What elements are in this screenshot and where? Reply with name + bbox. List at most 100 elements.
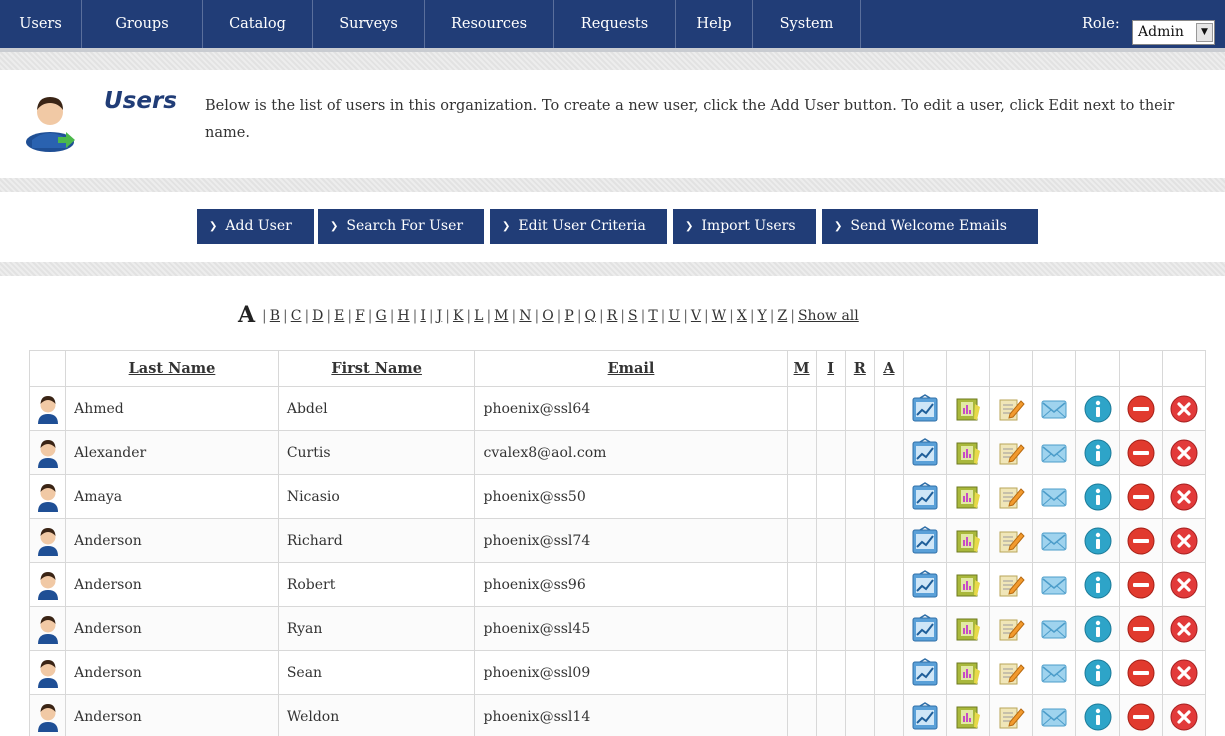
col-last-name[interactable]: Last Name bbox=[65, 350, 279, 387]
nav-item-help[interactable]: Help bbox=[676, 0, 753, 48]
email-action[interactable] bbox=[1032, 474, 1077, 519]
alpha-link-s[interactable]: S bbox=[628, 308, 638, 324]
edit-icon[interactable] bbox=[996, 570, 1026, 600]
col-email[interactable]: Email bbox=[474, 350, 788, 387]
delete-action[interactable] bbox=[1161, 430, 1207, 475]
alpha-link-y[interactable]: Y bbox=[758, 308, 767, 324]
report-icon[interactable] bbox=[953, 614, 983, 644]
disable-action[interactable] bbox=[1118, 430, 1163, 475]
alpha-link-j[interactable]: J bbox=[437, 308, 443, 324]
edit-action[interactable] bbox=[989, 606, 1034, 651]
send-welcome-emails-button[interactable]: ❯ Send Welcome Emails bbox=[822, 209, 1038, 244]
chart-icon[interactable] bbox=[910, 569, 940, 600]
alpha-link-z[interactable]: Z bbox=[778, 308, 788, 324]
alpha-link-l[interactable]: L bbox=[474, 308, 483, 324]
email-action[interactable] bbox=[1032, 650, 1077, 695]
email-icon[interactable] bbox=[1039, 438, 1069, 468]
chart-action[interactable] bbox=[902, 694, 948, 736]
email-icon[interactable] bbox=[1039, 658, 1069, 688]
search-for-user-button[interactable]: ❯ Search For User bbox=[318, 209, 484, 244]
nav-item-requests[interactable]: Requests bbox=[554, 0, 676, 48]
col-r[interactable]: R bbox=[844, 350, 875, 387]
nav-item-system[interactable]: System bbox=[753, 0, 861, 48]
alpha-link-m[interactable]: M bbox=[494, 308, 508, 324]
report-action[interactable] bbox=[946, 606, 991, 651]
delete-action[interactable] bbox=[1161, 694, 1207, 736]
report-icon[interactable] bbox=[953, 482, 983, 512]
edit-action[interactable] bbox=[989, 650, 1034, 695]
edit-action[interactable] bbox=[989, 518, 1034, 563]
report-icon[interactable] bbox=[953, 658, 983, 688]
report-action[interactable] bbox=[946, 562, 991, 607]
import-users-button[interactable]: ❯ Import Users bbox=[673, 209, 816, 244]
alpha-link-o[interactable]: O bbox=[542, 308, 553, 324]
email-action[interactable] bbox=[1032, 694, 1077, 736]
disable-icon[interactable] bbox=[1126, 614, 1156, 644]
chart-icon[interactable] bbox=[910, 525, 940, 556]
delete-icon[interactable] bbox=[1169, 570, 1199, 600]
nav-item-users[interactable]: Users bbox=[0, 0, 82, 48]
info-action[interactable] bbox=[1075, 606, 1120, 651]
alpha-link-g[interactable]: G bbox=[376, 308, 387, 324]
report-icon[interactable] bbox=[953, 570, 983, 600]
alpha-link-k[interactable]: K bbox=[453, 308, 463, 324]
delete-action[interactable] bbox=[1161, 650, 1207, 695]
edit-action[interactable] bbox=[989, 694, 1034, 736]
info-action[interactable] bbox=[1075, 694, 1120, 736]
report-action[interactable] bbox=[946, 694, 991, 736]
info-icon[interactable] bbox=[1083, 702, 1113, 732]
disable-icon[interactable] bbox=[1126, 658, 1156, 688]
disable-icon[interactable] bbox=[1126, 570, 1156, 600]
delete-action[interactable] bbox=[1161, 562, 1207, 607]
disable-icon[interactable] bbox=[1126, 394, 1156, 424]
chart-icon[interactable] bbox=[910, 437, 940, 468]
alpha-link-w[interactable]: W bbox=[712, 308, 726, 324]
delete-icon[interactable] bbox=[1169, 702, 1199, 732]
report-icon[interactable] bbox=[953, 394, 983, 424]
alpha-link-h[interactable]: H bbox=[397, 308, 409, 324]
delete-icon[interactable] bbox=[1169, 614, 1199, 644]
chevron-down-icon[interactable]: ▼ bbox=[1196, 23, 1213, 42]
edit-action[interactable] bbox=[989, 386, 1034, 431]
nav-item-surveys[interactable]: Surveys bbox=[313, 0, 425, 48]
edit-icon[interactable] bbox=[996, 702, 1026, 732]
info-icon[interactable] bbox=[1083, 438, 1113, 468]
chart-icon[interactable] bbox=[910, 393, 940, 424]
info-action[interactable] bbox=[1075, 474, 1120, 519]
email-action[interactable] bbox=[1032, 606, 1077, 651]
email-action[interactable] bbox=[1032, 386, 1077, 431]
edit-icon[interactable] bbox=[996, 658, 1026, 688]
chart-action[interactable] bbox=[902, 562, 948, 607]
chart-icon[interactable] bbox=[910, 613, 940, 644]
chart-action[interactable] bbox=[902, 606, 948, 651]
disable-icon[interactable] bbox=[1126, 702, 1156, 732]
delete-icon[interactable] bbox=[1169, 482, 1199, 512]
edit-action[interactable] bbox=[989, 430, 1034, 475]
delete-action[interactable] bbox=[1161, 474, 1207, 519]
chart-icon[interactable] bbox=[910, 481, 940, 512]
chart-action[interactable] bbox=[902, 650, 948, 695]
alpha-link-d[interactable]: D bbox=[312, 308, 323, 324]
col-m[interactable]: M bbox=[786, 350, 817, 387]
disable-action[interactable] bbox=[1118, 474, 1163, 519]
delete-icon[interactable] bbox=[1169, 658, 1199, 688]
edit-icon[interactable] bbox=[996, 614, 1026, 644]
info-icon[interactable] bbox=[1083, 482, 1113, 512]
email-action[interactable] bbox=[1032, 430, 1077, 475]
edit-user-criteria-button[interactable]: ❯ Edit User Criteria bbox=[490, 209, 667, 244]
disable-icon[interactable] bbox=[1126, 482, 1156, 512]
edit-action[interactable] bbox=[989, 562, 1034, 607]
info-icon[interactable] bbox=[1083, 570, 1113, 600]
alpha-link-c[interactable]: C bbox=[291, 308, 302, 324]
col-a[interactable]: A bbox=[873, 350, 904, 387]
edit-icon[interactable] bbox=[996, 438, 1026, 468]
email-action[interactable] bbox=[1032, 562, 1077, 607]
alpha-link-e[interactable]: E bbox=[334, 308, 344, 324]
alpha-link-u[interactable]: U bbox=[668, 308, 680, 324]
delete-action[interactable] bbox=[1161, 386, 1207, 431]
email-icon[interactable] bbox=[1039, 526, 1069, 556]
delete-icon[interactable] bbox=[1169, 394, 1199, 424]
edit-icon[interactable] bbox=[996, 526, 1026, 556]
disable-action[interactable] bbox=[1118, 694, 1163, 736]
email-icon[interactable] bbox=[1039, 482, 1069, 512]
